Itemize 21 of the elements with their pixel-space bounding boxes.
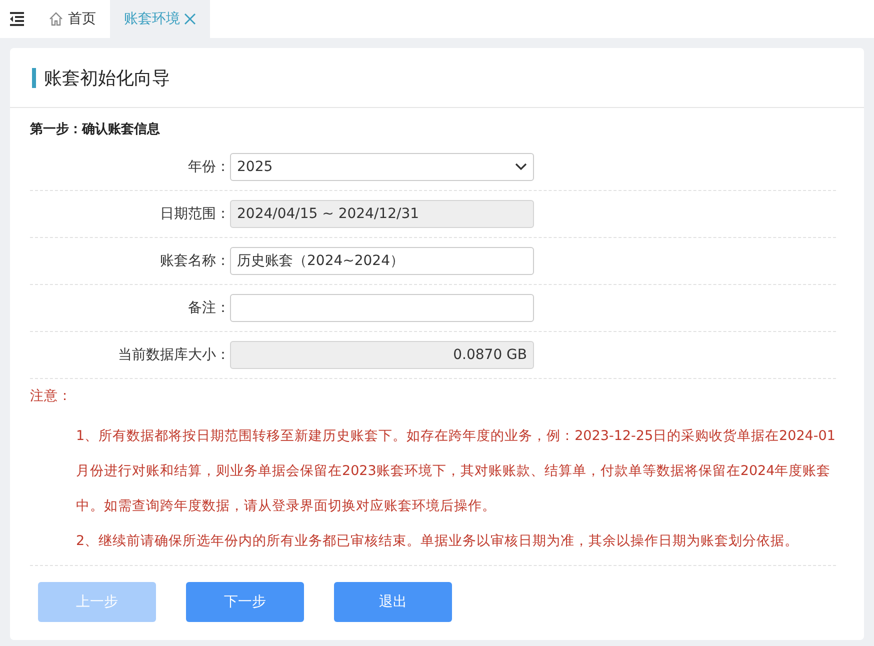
year-select[interactable]: 2025	[230, 153, 534, 181]
field-label: 备注：	[187, 299, 230, 317]
notice-title: 注意：	[30, 387, 73, 405]
tab[interactable]: 首页	[34, 0, 110, 38]
field-label: 日期范围：	[159, 205, 230, 223]
tab-label: 首页	[68, 10, 96, 28]
notice-text: 2、继续前请确保所选年份内的所有业务都已审核结束。单据业务以审核日期为准，其余以操作日期为账套划分依据。	[76, 532, 800, 551]
field-label: 当前数据库大小：	[117, 346, 230, 364]
field-label: 年份：	[187, 158, 230, 176]
menu-icon	[9, 12, 25, 26]
home-icon	[48, 11, 64, 27]
title-accent-bar	[32, 68, 36, 88]
close-icon[interactable]	[184, 13, 196, 25]
input-field[interactable]	[230, 294, 534, 322]
notice-text: 1、所有数据都将按日期范围转移至新建历史账套下。如存在跨年度的业务，例：2023-12-25日的采购收货单据在2024-01月份进行对账和结算，则业务单据会保留在2023账套环境下，其对账账款、结算单，付款单等数据将保留在2024年度账套中。如需查询跨年度数据，请从登录界面切换对应账套环境后操作。	[76, 427, 836, 516]
step-heading: 第一步：确认账套信息	[30, 121, 161, 138]
card-title: 账套初始化向导	[44, 66, 170, 90]
input-field[interactable]: 历史账套（2024~2024）	[230, 247, 534, 275]
field-label: 账套名称：	[159, 252, 230, 270]
chevron-down-icon	[515, 163, 527, 171]
tab-label: 账套环境	[124, 10, 180, 28]
